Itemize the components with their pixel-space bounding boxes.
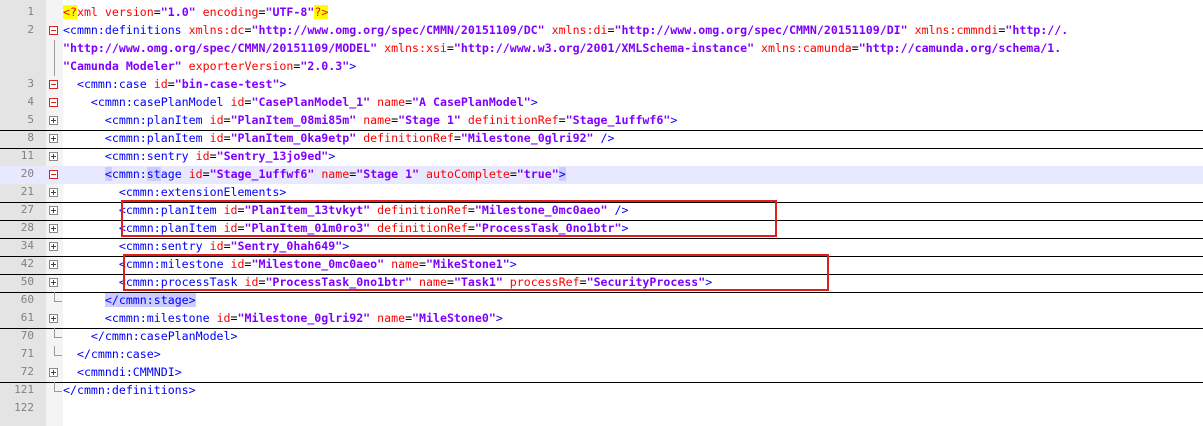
code-line[interactable]: 11 <cmmn:sentry id="Sentry_13jo9ed"> [0, 148, 1203, 167]
code-line-wrap[interactable]: "http://www.omg.org/spec/CMMN/20151109/M… [0, 40, 1203, 58]
fold-end-marker [54, 292, 62, 302]
expand-icon[interactable] [49, 278, 58, 287]
line-text: <cmmn:sentry id="Sentry_13jo9ed"> [104, 149, 336, 163]
code-line[interactable]: 2 <cmmn:definitions xmlns:dc="http://www… [0, 22, 1203, 40]
code-line[interactable]: 1 <?xml version="1.0" encoding="UTF-8"?> [0, 4, 1203, 22]
line-text: <cmmn:sentry id="Sentry_0hah649"> [118, 239, 350, 253]
line-number: 27 [20, 203, 34, 216]
collapse-icon[interactable] [49, 80, 58, 89]
code-line[interactable]: 70 </cmmn:casePlanModel> [0, 328, 1203, 346]
collapse-icon[interactable] [49, 170, 58, 179]
expand-icon[interactable] [49, 206, 58, 215]
expand-icon[interactable] [49, 368, 58, 377]
line-text: </cmmn:stage> [104, 293, 196, 307]
line-text: <cmmn:planItem id="PlanItem_0ka9etp" def… [104, 131, 615, 145]
line-number: 71 [20, 347, 34, 360]
line-number: 3 [27, 77, 34, 90]
fold-end-marker [54, 382, 62, 392]
line-number: 121 [14, 383, 34, 396]
code-line[interactable]: 4 <cmmn:casePlanModel id="CasePlanModel_… [0, 94, 1203, 112]
code-line[interactable]: 3 <cmmn:case id="bin-case-test"> [0, 76, 1203, 94]
line-text: <cmmn:milestone id="Milestone_0glri92" n… [104, 311, 503, 325]
code-line-current[interactable]: 20 <cmmn:stage id="Stage_1uffwf6" name="… [0, 166, 1203, 184]
expand-icon[interactable] [49, 260, 58, 269]
code-line[interactable]: 122 [0, 400, 1203, 418]
fold-end-marker [54, 328, 62, 338]
fold-guide [54, 40, 55, 58]
line-number: 28 [20, 221, 34, 234]
code-editor[interactable]: 1 <?xml version="1.0" encoding="UTF-8"?>… [0, 0, 1203, 426]
line-text: <?xml version="1.0" encoding="UTF-8"?> [63, 5, 329, 19]
line-text: "http://www.omg.org/spec/CMMN/20151109/M… [63, 41, 1062, 55]
code-line[interactable]: 72 <cmmndi:CMMNDI> [0, 364, 1203, 383]
collapse-icon[interactable] [49, 26, 58, 35]
line-text: <cmmn:casePlanModel id="CasePlanModel_1"… [90, 95, 538, 109]
line-number: 70 [20, 329, 34, 342]
annotation-box-planitems [121, 200, 777, 237]
line-text: </cmmn:casePlanModel> [90, 329, 238, 343]
line-number: 8 [27, 131, 34, 144]
line-text: </cmmn:case> [76, 347, 161, 361]
line-text: </cmmn:definitions> [63, 383, 196, 397]
code-line[interactable]: 60 </cmmn:stage> [0, 292, 1203, 310]
line-number: 4 [27, 95, 34, 108]
line-number: 11 [20, 149, 34, 162]
expand-icon[interactable] [49, 242, 58, 251]
line-number: 2 [27, 23, 34, 36]
line-number: 50 [20, 275, 34, 288]
expand-icon[interactable] [49, 314, 58, 323]
line-number: 60 [20, 293, 34, 306]
annotation-box-definitions [123, 254, 829, 291]
line-number: 42 [20, 257, 34, 270]
expand-icon[interactable] [49, 188, 58, 197]
code-line[interactable]: 71 </cmmn:case> [0, 346, 1203, 364]
line-number: 1 [27, 5, 34, 18]
expand-icon[interactable] [49, 224, 58, 233]
line-text: <cmmndi:CMMNDI> [76, 365, 182, 379]
line-text: <cmmn:extensionElements> [118, 185, 287, 199]
expand-icon[interactable] [49, 152, 58, 161]
line-text: <cmmn:case id="bin-case-test"> [76, 77, 287, 91]
collapse-icon[interactable] [49, 98, 58, 107]
code-line[interactable]: 61 <cmmn:milestone id="Milestone_0glri92… [0, 310, 1203, 329]
line-text: <cmmn:stage id="Stage_1uffwf6" name="Sta… [104, 167, 566, 181]
line-text: <cmmn:definitions xmlns:dc="http://www.o… [63, 23, 1069, 37]
expand-icon[interactable] [49, 116, 58, 125]
code-line[interactable]: 8 <cmmn:planItem id="PlanItem_0ka9etp" d… [0, 130, 1203, 149]
line-number: 5 [27, 113, 34, 126]
line-text: <cmmn:planItem id="PlanItem_08mi85m" nam… [104, 113, 678, 127]
line-number: 122 [14, 401, 34, 414]
expand-icon[interactable] [49, 134, 58, 143]
code-line[interactable]: 5 <cmmn:planItem id="PlanItem_08mi85m" n… [0, 112, 1203, 131]
fold-guide [54, 58, 55, 76]
code-line[interactable]: 121 </cmmn:definitions> [0, 382, 1203, 400]
line-number: 61 [20, 311, 34, 324]
line-text: "Camunda Modeler" exporterVersion="2.0.3… [63, 59, 357, 73]
line-number: 72 [20, 365, 34, 378]
line-number: 34 [20, 239, 34, 252]
fold-end-marker [54, 346, 62, 356]
line-number: 21 [20, 185, 34, 198]
code-line-wrap[interactable]: "Camunda Modeler" exporterVersion="2.0.3… [0, 58, 1203, 76]
line-number: 20 [20, 167, 34, 180]
